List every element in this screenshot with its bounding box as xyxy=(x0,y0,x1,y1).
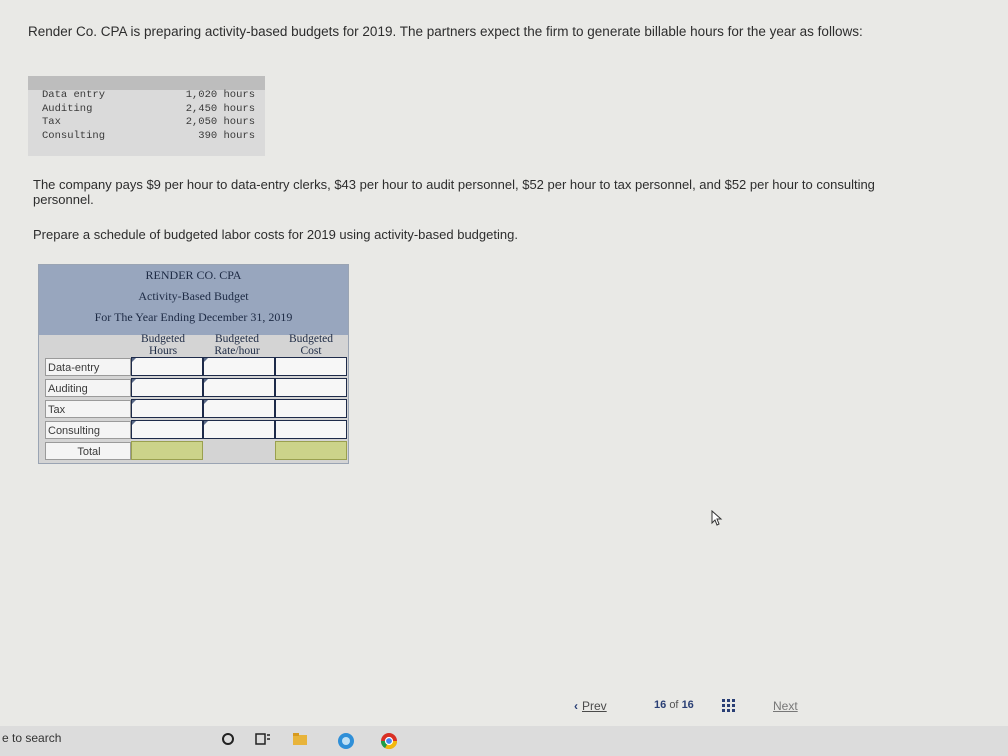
billable-hours-table: Data entry Auditing Tax Consulting 1,020… xyxy=(28,76,265,156)
cost-input-auditing[interactable] xyxy=(275,378,347,397)
prev-button[interactable]: ‹ Prev xyxy=(574,699,607,713)
worksheet-header: RENDER CO. CPA Activity-Based Budget For… xyxy=(39,265,348,335)
activity-label: Consulting xyxy=(42,129,106,142)
worksheet-title: Activity-Based Budget xyxy=(138,289,249,303)
activity-hours: 1,020 hours 2,450 hours 2,050 hours 390 … xyxy=(186,89,255,143)
cost-input-data-entry[interactable] xyxy=(275,357,347,376)
next-label: Next xyxy=(773,699,798,713)
cost-input-tax[interactable] xyxy=(275,399,347,418)
total-hours-input[interactable] xyxy=(131,441,203,460)
problem-intro: Render Co. CPA is preparing activity-bas… xyxy=(28,24,863,39)
chrome-icon[interactable] xyxy=(380,732,398,750)
rate-input-auditing[interactable] xyxy=(203,378,275,397)
hours-value: 1,020 hours xyxy=(185,89,255,101)
activity-based-budget-worksheet: RENDER CO. CPA Activity-Based Budget For… xyxy=(38,264,349,464)
cost-input-consulting[interactable] xyxy=(275,420,347,439)
hours-input-consulting[interactable] xyxy=(131,420,203,439)
hours-value: 2,050 hours xyxy=(185,116,255,128)
task-view-icon[interactable] xyxy=(255,732,271,746)
hours-input-auditing[interactable] xyxy=(131,378,203,397)
hours-value: 2,450 hours xyxy=(185,102,255,115)
file-explorer-icon[interactable] xyxy=(292,732,308,746)
table-header-strip xyxy=(28,76,265,90)
hours-input-tax[interactable] xyxy=(131,399,203,418)
hours-value: 390 hours xyxy=(198,129,255,142)
cortana-icon[interactable] xyxy=(221,732,235,746)
activity-label: Data entry xyxy=(42,89,106,101)
rate-input-consulting[interactable] xyxy=(203,420,275,439)
column-header-rate: Budgeted Rate/hour xyxy=(214,333,260,357)
total-cost-input[interactable] xyxy=(275,441,347,460)
row-label-auditing: Auditing xyxy=(45,379,131,397)
rate-input-tax[interactable] xyxy=(203,399,275,418)
row-label-data-entry: Data-entry xyxy=(45,358,131,376)
pay-rates-paragraph: The company pays $9 per hour to data-ent… xyxy=(33,177,875,207)
hours-input-data-entry[interactable] xyxy=(131,357,203,376)
browser-icon[interactable] xyxy=(337,732,355,750)
row-label-total: Total xyxy=(45,442,131,460)
column-header-hours: Budgeted Hours xyxy=(140,333,186,357)
rate-input-data-entry[interactable] xyxy=(203,357,275,376)
activity-label: Tax xyxy=(42,116,61,128)
mouse-cursor-icon xyxy=(711,510,723,526)
activity-label: Auditing xyxy=(42,102,93,115)
instruction-text: Prepare a schedule of budgeted labor cos… xyxy=(33,227,518,242)
current-page: 16 xyxy=(654,699,667,711)
taskbar: e to search xyxy=(0,726,1008,756)
page-of-label: of xyxy=(669,699,679,711)
total-pages: 16 xyxy=(681,699,694,711)
grid-view-icon[interactable] xyxy=(722,699,736,713)
column-header-cost: Budgeted Cost xyxy=(288,333,334,357)
row-label-tax: Tax xyxy=(45,400,131,418)
taskbar-search[interactable]: e to search xyxy=(2,731,61,745)
chevron-left-icon: ‹ xyxy=(574,699,578,713)
next-button[interactable]: Next xyxy=(773,699,798,713)
company-name: RENDER CO. CPA xyxy=(145,268,242,282)
page-indicator: 16 of 16 xyxy=(654,699,694,711)
activity-labels: Data entry Auditing Tax Consulting xyxy=(42,89,105,143)
worksheet-period: For The Year Ending December 31, 2019 xyxy=(94,310,293,324)
row-label-consulting: Consulting xyxy=(45,421,131,439)
prev-label: Prev xyxy=(582,699,607,713)
